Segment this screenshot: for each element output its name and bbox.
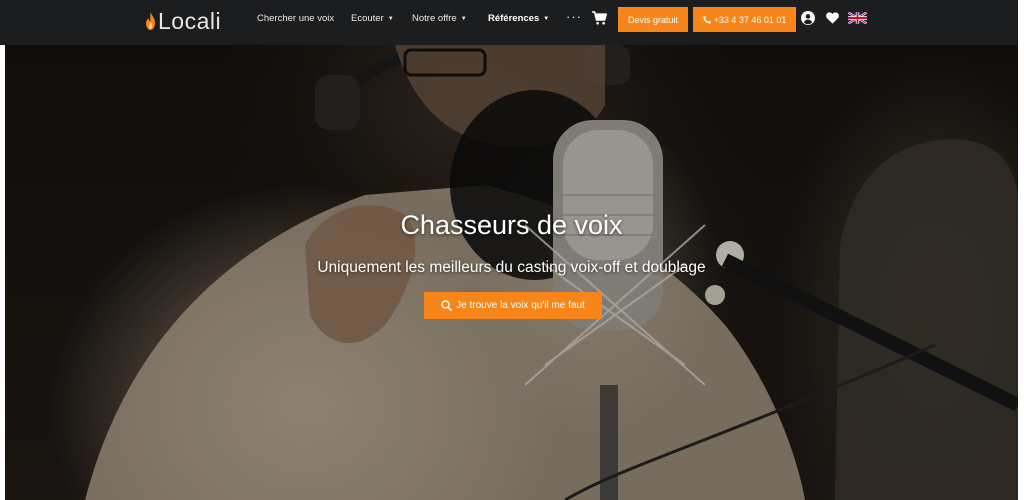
top-navbar: Locali Chercher une voix Ecouter ▼ Notre…: [0, 0, 1018, 45]
nav-label: Chercher une voix: [257, 13, 335, 24]
nav-label: Références: [488, 13, 540, 24]
heart-icon[interactable]: [826, 12, 839, 24]
locali-logo[interactable]: Locali: [145, 7, 221, 35]
nav-references[interactable]: Références ▼: [488, 13, 549, 24]
nav-ecouter[interactable]: Ecouter ▼: [351, 13, 394, 24]
nav-chercher-une-voix[interactable]: Chercher une voix: [257, 13, 334, 24]
find-voice-label: Je trouve la voix qu'il me faut: [456, 300, 585, 311]
flame-icon: [146, 12, 155, 30]
hero-banner: Chasseurs de voix Uniquement les meilleu…: [5, 45, 1018, 500]
uk-flag-icon[interactable]: [848, 12, 867, 24]
caret-down-icon: ▼: [543, 16, 550, 22]
logo-text: Locali: [158, 7, 222, 34]
caret-down-icon: ▼: [460, 16, 467, 22]
nav-notre-offre[interactable]: Notre offre ▼: [412, 13, 467, 24]
caret-down-icon: ▼: [387, 16, 394, 22]
more-menu-button[interactable]: ···: [566, 9, 582, 24]
nav-label: Notre offre: [412, 13, 457, 24]
cart-icon[interactable]: [592, 11, 607, 25]
user-account-icon[interactable]: [801, 11, 815, 25]
free-quote-button[interactable]: Devis gratuit: [618, 7, 688, 32]
phone-button[interactable]: +33 4 37 46 01 01: [693, 7, 796, 32]
find-voice-button[interactable]: Je trouve la voix qu'il me faut: [424, 292, 602, 319]
hero-subtitle: Uniquement les meilleurs du casting voix…: [317, 259, 706, 276]
phone-number: +33 4 37 46 01 01: [713, 14, 787, 25]
hero-title: Chasseurs de voix: [400, 210, 623, 240]
nav-label: Ecouter: [351, 13, 384, 24]
phone-icon: [702, 15, 711, 24]
search-icon: [441, 300, 453, 311]
